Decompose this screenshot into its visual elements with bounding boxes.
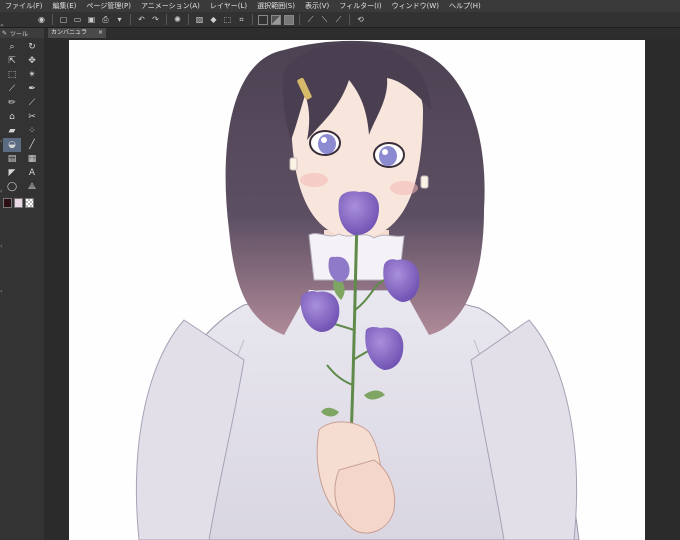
rotate-icon[interactable]: ↻ (23, 40, 41, 54)
snap-icon-a[interactable] (258, 14, 268, 25)
selection-icon[interactable]: ⬚ (3, 68, 21, 82)
toolbar-divider (252, 14, 253, 25)
sub-color-swatch[interactable] (14, 198, 23, 208)
menu-page[interactable]: ページ管理(P) (81, 0, 136, 12)
toolbar-divider (130, 14, 131, 25)
blend-icon[interactable]: ⁘ (23, 124, 41, 138)
canvas-tab-label: カンバニュラ (51, 29, 88, 36)
move-layer-icon[interactable]: ✥ (23, 54, 41, 68)
zoom-icon[interactable]: ⌕ (3, 40, 21, 54)
menu-layer[interactable]: レイヤー(L) (205, 0, 252, 12)
panel-expand-icon-d[interactable]: ‹ (0, 288, 6, 295)
canvas-tab[interactable]: カンバニュラ × (48, 28, 106, 38)
undo-icon[interactable]: ↶ (136, 14, 147, 25)
perspective-snap-icon[interactable]: ⟋ (333, 14, 344, 25)
fill-icon[interactable]: ◆ (208, 14, 219, 25)
main-color-swatch[interactable] (3, 198, 12, 208)
transparent-color-swatch[interactable] (25, 198, 34, 208)
print-icon[interactable]: ⎙ (100, 14, 111, 25)
tool-grid: ⌕ ↻ ⇱ ✥ ⬚ ✴ ⟋ ✒ ✏ ⟋ ⌂ ✂ ▰ ⁘ ◒ ╱ ▤ ▦ ◤ A … (0, 38, 44, 196)
pen-pressure-icon[interactable]: ⟲ (355, 14, 366, 25)
toolbar-divider (349, 14, 350, 25)
new-file-icon[interactable]: ▢ (58, 14, 69, 25)
toolbar-divider (52, 14, 53, 25)
frame-icon[interactable]: ▦ (23, 152, 41, 166)
menu-filter[interactable]: フィルター(I) (334, 0, 386, 12)
ruler-snap-icon[interactable]: ⟋ (305, 14, 316, 25)
select-all-icon[interactable]: ⬚ (222, 14, 233, 25)
color-swatches (0, 196, 44, 210)
right-margin (645, 38, 680, 540)
dropdown-chevron-icon[interactable]: ▾ (114, 14, 125, 25)
tool-panel-header: ✎ ツール (0, 28, 44, 38)
tool-panel: ✎ ツール ⌕ ↻ ⇱ ✥ ⬚ ✴ ⟋ ✒ ✏ ⟋ ⌂ ✂ ▰ ⁘ ◒ ╱ ▤ … (0, 22, 45, 540)
eraser-icon[interactable]: ▰ (3, 124, 21, 138)
decoration-icon[interactable]: ✂ (23, 110, 41, 124)
redo-icon[interactable]: ↷ (150, 14, 161, 25)
transform-icon[interactable]: ⌗ (236, 14, 247, 25)
correct-line-icon[interactable]: ⟁ (23, 180, 41, 194)
snap-icon-c[interactable] (284, 14, 294, 25)
panel-expand-icon-a[interactable]: ‹ (0, 138, 6, 145)
canvas-tab-bar: カンバニュラ × (44, 28, 680, 38)
menu-animation[interactable]: アニメーション(A) (136, 0, 205, 12)
pen-icon[interactable]: ✒ (23, 82, 41, 96)
airbrush-icon[interactable]: ⌂ (3, 110, 21, 124)
operation-icon[interactable]: ⇱ (3, 54, 21, 68)
panel-expand-icon-b[interactable]: ‹ (0, 188, 6, 195)
snap-icon-b[interactable] (271, 14, 281, 25)
panel-expand-icon-c[interactable]: ‹ (0, 243, 6, 250)
loading-spinner-icon[interactable]: ✺ (172, 14, 183, 25)
toolbar-divider (166, 14, 167, 25)
save-icon[interactable]: ▣ (86, 14, 97, 25)
open-folder-icon[interactable]: ▭ (72, 14, 83, 25)
menu-selection[interactable]: 選択範囲(S) (252, 0, 300, 12)
menu-bar: ファイル(F) 編集(E) ページ管理(P) アニメーション(A) レイヤー(L… (0, 0, 680, 12)
brush-icon[interactable]: ⟋ (23, 96, 41, 110)
tool-property-eye-icon[interactable]: ◉ (36, 14, 47, 25)
eyedropper-icon[interactable]: ⟋ (3, 82, 21, 96)
illustration (135, 40, 580, 540)
grid-snap-icon[interactable]: ⟍ (319, 14, 330, 25)
canvas-paper[interactable] (69, 40, 645, 540)
gradient-icon[interactable]: ▤ (3, 152, 21, 166)
toolbar-divider (299, 14, 300, 25)
panel-collapse-icon[interactable]: « (0, 22, 6, 29)
figure-icon[interactable]: ╱ (23, 138, 41, 152)
tool-panel-title: ツール (10, 30, 29, 38)
text-icon[interactable]: A (23, 166, 41, 180)
brush-tab-icon[interactable]: ✎ (2, 30, 7, 37)
menu-help[interactable]: ヘルプ(H) (444, 0, 486, 12)
menu-edit[interactable]: 編集(E) (48, 0, 82, 12)
toolbar-divider (188, 14, 189, 25)
auto-select-icon[interactable]: ✴ (23, 68, 41, 82)
ruler-icon[interactable]: ◤ (3, 166, 21, 180)
pencil-icon[interactable]: ✏ (3, 96, 21, 110)
menu-window[interactable]: ウィンドウ(W) (387, 0, 444, 12)
menu-file[interactable]: ファイル(F) (0, 0, 48, 12)
menu-view[interactable]: 表示(V) (300, 0, 334, 12)
command-bar: ◉ ▢ ▭ ▣ ⎙ ▾ ↶ ↷ ✺ ▨ ◆ ⬚ ⌗ ⟋ ⟍ ⟋ ⟲ (0, 12, 680, 28)
clear-icon[interactable]: ▨ (194, 14, 205, 25)
close-icon[interactable]: × (98, 28, 103, 38)
